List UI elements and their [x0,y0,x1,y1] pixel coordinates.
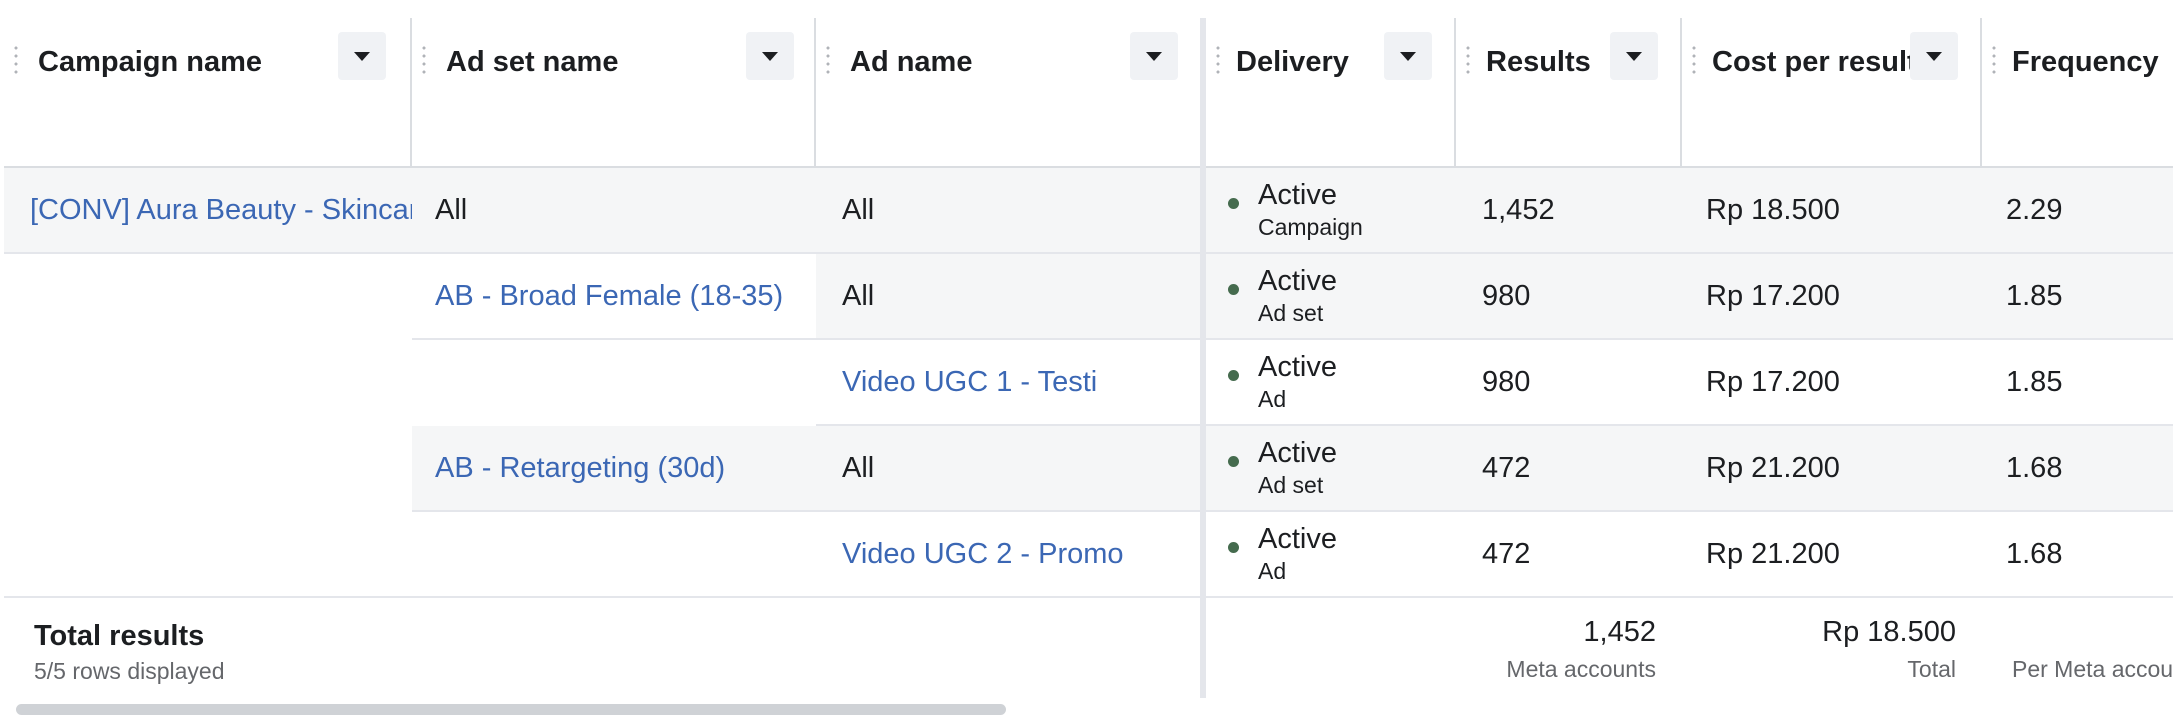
column-title: Delivery [1236,46,1349,78]
total-results-value: 1,452 [1583,616,1656,648]
delivery-status: Active [1258,265,1337,297]
delivery-cell: Active Ad set [1206,426,1456,512]
delivery-cell: Active Campaign [1206,168,1456,254]
results-cell: 980 [1456,340,1682,426]
caret-down-icon [1926,51,1942,61]
delivery-status: Active [1258,351,1337,383]
caret-down-icon [354,51,370,61]
column-title: Ad name [850,46,973,78]
column-header-results[interactable]: Results [1456,18,1682,168]
delivery-level: Ad [1258,386,1287,412]
ad-set-name-cell[interactable]: AB - Broad Female (18-35) [412,254,816,340]
status-dot [1228,198,1239,209]
caret-down-icon [1400,51,1416,61]
cost-per-result-cell: Rp 18.500 [1682,168,1982,254]
caret-down-icon [1626,51,1642,61]
column-menu-button[interactable] [1130,32,1178,80]
drag-handle-icon[interactable] [826,44,830,78]
delivery-cell: Active Ad [1206,340,1456,426]
frequency-cell: 1.85 [1982,254,2173,340]
rows-displayed: 5/5 rows displayed [34,658,225,684]
frequency-cell: 1.68 [2006,537,2063,570]
ad-name-cell: All [816,426,1200,512]
column-title: Cost per result [1712,46,1917,78]
column-menu-button[interactable] [1384,32,1432,80]
total-cost-value: Rp 18.500 [1822,616,1956,648]
column-title: Frequency [2012,46,2159,78]
ads-table: Campaign name Ad set name Ad name Delive… [4,18,2173,698]
ad-name-cell: All [816,254,1200,340]
column-header-frequency[interactable]: Frequency [1982,18,2173,168]
delivery-level: Campaign [1258,214,1363,240]
column-menu-button[interactable] [746,32,794,80]
results-cell: 980 [1456,254,1682,340]
ad-set-name-cell[interactable]: AB - Retargeting (30d) [412,426,816,512]
delivery-status: Active [1258,523,1337,555]
column-menu-button[interactable] [1910,32,1958,80]
delivery-level: Ad set [1258,472,1324,498]
results-cell: 472 [1482,537,1531,570]
ad-name-cell: All [816,168,1200,254]
column-header-delivery[interactable]: Delivery [1206,18,1456,168]
drag-handle-icon[interactable] [422,44,426,78]
campaign-name-cell[interactable]: [CONV] Aura Beauty - Skincare [4,168,435,254]
column-menu-button[interactable] [1610,32,1658,80]
delivery-status: Active [1258,437,1337,469]
delivery-cell: Active Ad [1206,512,1456,596]
drag-handle-icon[interactable] [1216,44,1220,78]
totals-label: Total results [34,620,205,652]
caret-down-icon [762,51,778,61]
column-title: Campaign name [38,46,262,78]
frequency-cell: 1.85 [1982,340,2173,426]
ad-name-cell[interactable]: Video UGC 1 - Testi [816,340,1200,426]
drag-handle-icon[interactable] [1466,44,1470,78]
ad-name-cell[interactable]: Video UGC 2 - Promo [816,512,1200,596]
total-results-scope: Meta accounts [1506,656,1656,682]
cost-per-result-cell: Rp 21.200 [1682,426,1982,512]
cost-per-result-cell: Rp 17.200 [1682,340,1982,426]
column-title: Results [1486,46,1591,78]
status-dot [1228,370,1239,381]
total-frequency-scope: Per Meta accounts [2012,656,2173,682]
frequency-cell: 1.68 [1982,426,2173,512]
column-header-ad-name[interactable]: Ad name [816,18,1200,168]
cost-per-result-cell: Rp 17.200 [1682,254,1982,340]
delivery-level: Ad [1258,558,1287,584]
column-header-campaign-name[interactable]: Campaign name [4,18,412,168]
status-dot [1228,542,1239,553]
column-header-cost-per-result[interactable]: Cost per result [1682,18,1982,168]
delivery-level: Ad set [1258,300,1324,326]
column-header-ad-set-name[interactable]: Ad set name [412,18,816,168]
ad-set-name-cell: All [412,168,816,254]
totals-divider [4,596,2173,598]
drag-handle-icon[interactable] [14,44,18,78]
results-cell: 472 [1456,426,1682,512]
frequency-cell: 2.29 [1982,168,2173,254]
status-dot [1228,456,1239,467]
horizontal-scrollbar[interactable] [16,704,1006,715]
delivery-status: Active [1258,179,1337,211]
cost-per-result-cell: Rp 21.200 [1706,537,1840,570]
results-cell: 1,452 [1456,168,1682,254]
column-menu-button[interactable] [338,32,386,80]
column-title: Ad set name [446,46,619,78]
drag-handle-icon[interactable] [1692,44,1696,78]
status-dot [1228,284,1239,295]
delivery-cell: Active Ad set [1206,254,1456,340]
caret-down-icon [1146,51,1162,61]
drag-handle-icon[interactable] [1992,44,1996,78]
total-cost-scope: Total [1907,656,1956,682]
